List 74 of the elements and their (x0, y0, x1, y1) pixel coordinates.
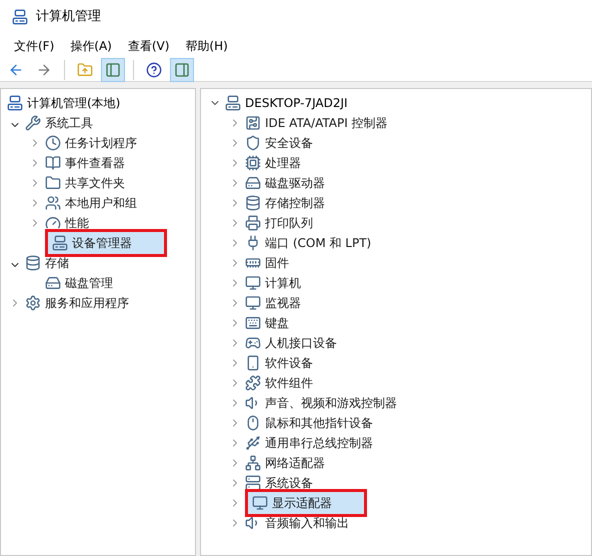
tree-item[interactable]: 磁盘管理 (65, 274, 113, 292)
tree-item[interactable]: 键盘 (265, 314, 289, 332)
menu-item[interactable]: 查看(V) (122, 37, 176, 55)
menu-item[interactable]: 操作(A) (64, 37, 118, 55)
panel-left-icon (105, 62, 121, 78)
computer-icon (225, 95, 241, 111)
tree-item[interactable]: 网络适配器 (265, 454, 325, 472)
chip-icon (245, 155, 261, 171)
tree-item[interactable]: 固件 (265, 254, 289, 272)
storage-icon (245, 195, 261, 211)
tree-item[interactable]: 计算机 (265, 274, 301, 292)
gear-icon (25, 295, 41, 311)
tree-item[interactable]: 端口 (COM 和 LPT) (265, 234, 372, 252)
monitor-icon (245, 275, 261, 291)
tree-item[interactable]: 音频输入和输出 (265, 514, 349, 532)
monitor-icon (252, 495, 268, 511)
tree-item[interactable]: 安全设备 (265, 134, 313, 152)
mouse-icon (245, 415, 261, 431)
app-icon (12, 9, 28, 25)
tools-icon (25, 115, 41, 131)
tree-item[interactable]: 软件设备 (265, 354, 313, 372)
users-icon (45, 195, 61, 211)
tree-item[interactable]: 本地用户和组 (65, 194, 137, 212)
tree-item[interactable]: 系统设备 (265, 474, 313, 492)
toolbar-button[interactable] (101, 58, 125, 82)
drive-icon (45, 275, 61, 291)
server-icon (245, 475, 261, 491)
folder-icon (45, 175, 61, 191)
tree-item[interactable]: 监视器 (265, 294, 301, 312)
log-book-icon (45, 155, 61, 171)
tree-item[interactable]: 存储控制器 (265, 194, 325, 212)
monitor-icon (245, 295, 261, 311)
tree-item[interactable]: 打印队列 (265, 214, 313, 232)
window-title: 计算机管理 (36, 8, 101, 26)
menu-item[interactable]: 帮助(H) (179, 37, 234, 55)
usb-icon (245, 435, 261, 451)
tree-item[interactable]: 声音、视频和游戏控制器 (265, 394, 397, 412)
tree-item[interactable]: 设备管理器 (72, 234, 132, 252)
tree-item[interactable]: 存储 (45, 254, 69, 272)
keyboard-icon (245, 315, 261, 331)
device-icon (52, 235, 68, 251)
tree-item[interactable]: 人机接口设备 (265, 334, 337, 352)
tree-item[interactable]: 系统工具 (45, 114, 93, 132)
tree-item[interactable]: IDE ATA/ATAPI 控制器 (265, 114, 388, 132)
tree-item[interactable]: 计算机管理(本地) (27, 94, 120, 112)
circuit-board-icon (245, 115, 261, 131)
panel-right-icon (174, 62, 190, 78)
menu-item[interactable]: 文件(F) (8, 37, 60, 55)
tree-item[interactable]: 共享文件夹 (65, 174, 125, 192)
toolbar-button[interactable] (170, 58, 194, 82)
tree-item[interactable]: 处理器 (265, 154, 301, 172)
tree-item[interactable]: 事件查看器 (65, 154, 125, 172)
gauge-icon (45, 215, 61, 231)
tree-item[interactable]: 显示适配器 (272, 494, 332, 512)
tree-item[interactable]: 鼠标和其他指针设备 (265, 414, 373, 432)
tree-item[interactable]: 性能 (65, 214, 89, 232)
help-icon (146, 62, 162, 78)
printer-icon (245, 215, 261, 231)
device-icon (245, 355, 261, 371)
gamepad-icon (245, 335, 261, 351)
tree-item[interactable]: 服务和应用程序 (45, 294, 129, 312)
drive-icon (245, 175, 261, 191)
shield-icon (245, 135, 261, 151)
tree-item[interactable]: 任务计划程序 (65, 134, 137, 152)
network-icon (245, 455, 261, 471)
tree-item[interactable]: 通用串行总线控制器 (265, 434, 373, 452)
folder-up-icon (77, 62, 93, 78)
computer-icon (7, 95, 23, 111)
tree-item[interactable]: 软件组件 (265, 374, 313, 392)
puzzle-icon (245, 375, 261, 391)
tree-item[interactable]: 磁盘驱动器 (265, 174, 325, 192)
storage-icon (25, 255, 41, 271)
clock-icon (45, 135, 61, 151)
tree-item[interactable]: DESKTOP-7JAD2JI (245, 94, 348, 112)
